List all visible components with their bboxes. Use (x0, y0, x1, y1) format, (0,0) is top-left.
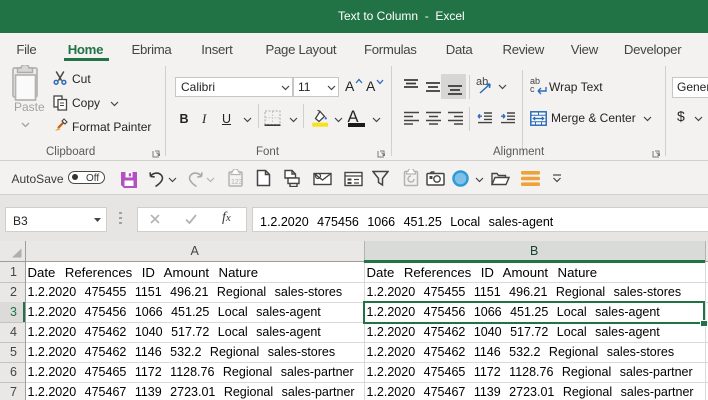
svg-text:123: 123 (231, 179, 243, 186)
